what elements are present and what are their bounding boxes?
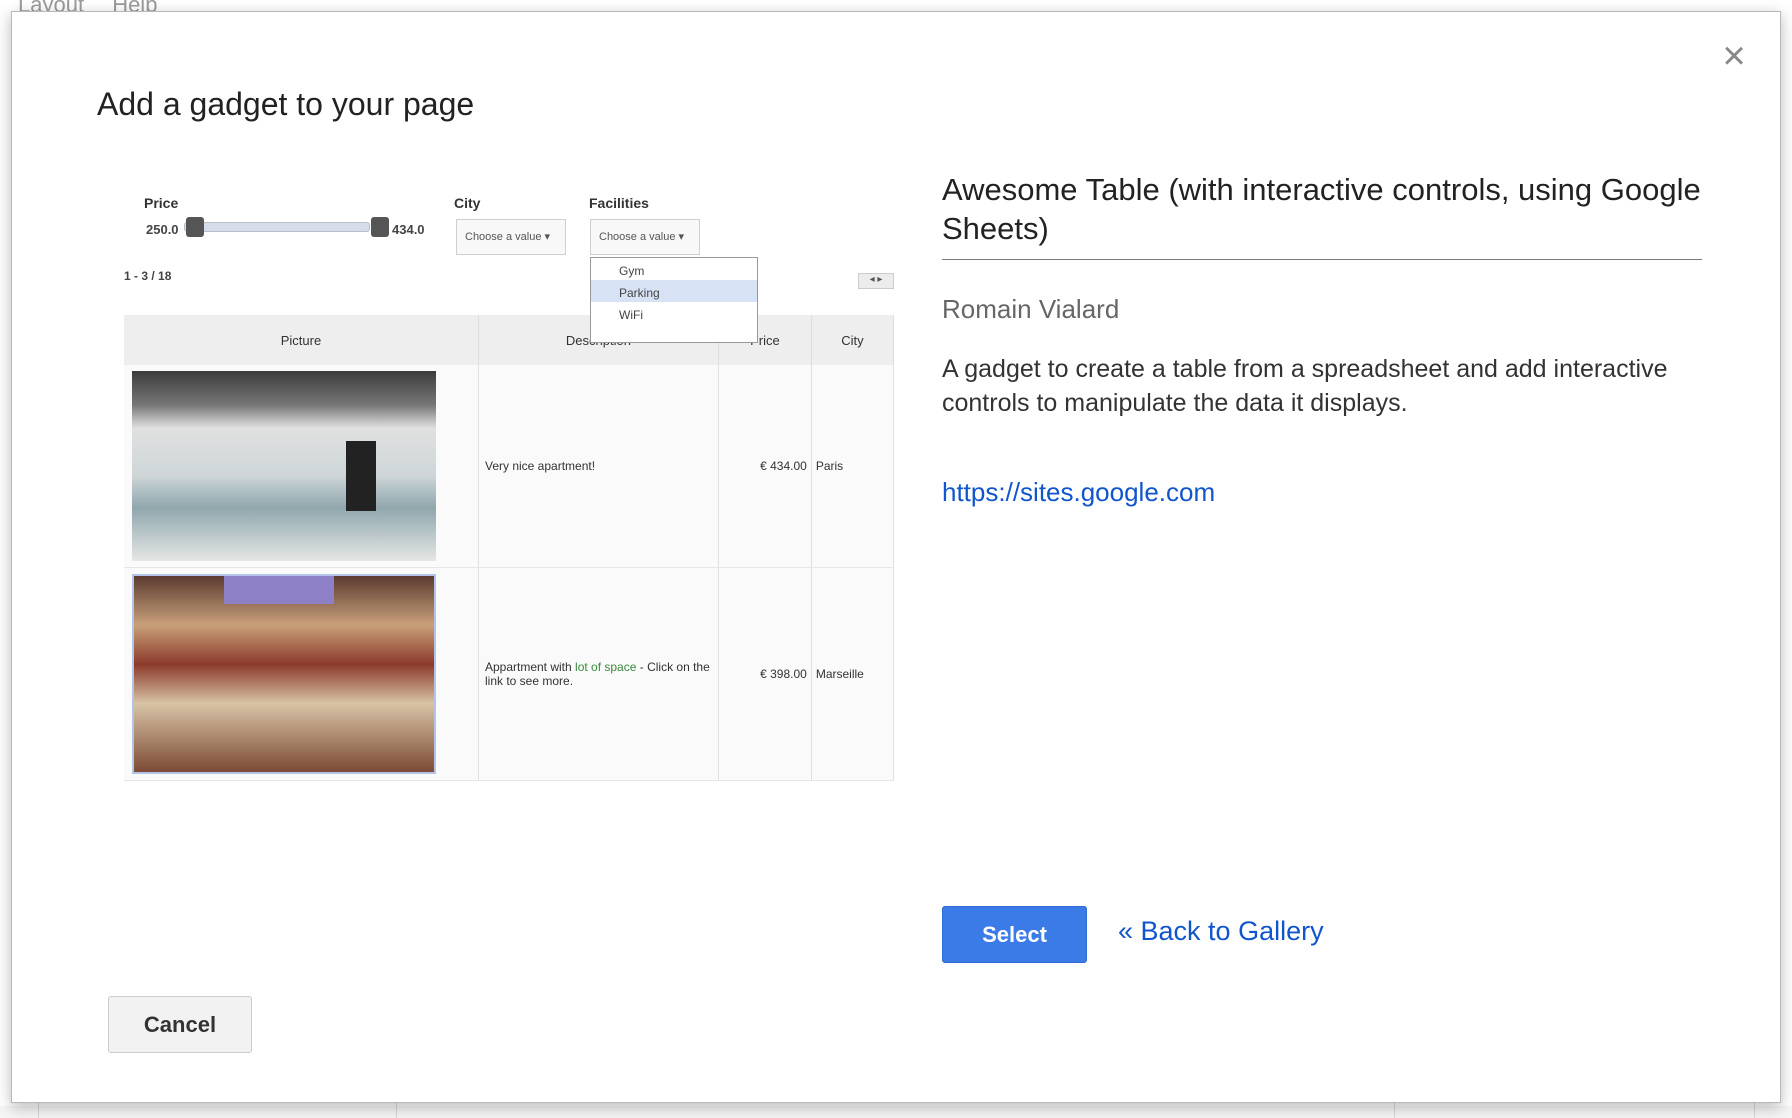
dialog-title: Add a gadget to your page	[97, 86, 475, 122]
apartment-photo	[132, 371, 436, 561]
preview-city-cell: Marseille	[811, 567, 895, 781]
preview-dropdown-option: WiFi	[619, 308, 643, 322]
chevron-down-icon: ▾	[678, 231, 685, 243]
preview-slider-knob-min	[186, 217, 204, 237]
preview-dropdown-option: Gym	[619, 264, 645, 278]
preview-price-max: 434.0	[392, 222, 425, 237]
preview-price-slider	[184, 222, 370, 232]
preview-facilities-select: Choose a value ▾	[590, 219, 700, 255]
back-to-gallery-link[interactable]: « Back to Gallery	[1118, 916, 1324, 947]
preview-price-min: 250.0	[146, 222, 179, 237]
preview-slider-knob-max	[371, 217, 389, 237]
preview-facilities-dropdown: Gym Parking WiFi	[590, 257, 758, 343]
add-gadget-dialog: × Add a gadget to your page Price 250.0 …	[11, 11, 1781, 1103]
gadget-name: Awesome Table (with interactive controls…	[942, 172, 1701, 246]
pager-arrows-icon: ◂ ▸	[858, 273, 894, 289]
divider	[942, 259, 1702, 260]
chevron-down-icon: ▾	[544, 231, 551, 243]
preview-price-cell: € 434.00	[718, 365, 812, 568]
preview-header-picture: Picture	[124, 315, 479, 365]
table-row: Appartment with lot of space - Click on …	[124, 567, 895, 781]
preview-picture-cell	[124, 567, 479, 781]
preview-city-cell: Paris	[811, 365, 895, 568]
preview-description-text: Appartment with	[484, 660, 576, 674]
gadget-site-link[interactable]: https://sites.google.com	[942, 477, 1215, 508]
preview-city-placeholder: Choose a value	[465, 231, 542, 243]
apartment-photo	[132, 574, 436, 774]
gadget-description: A gadget to create a table from a spread…	[942, 355, 1668, 417]
preview-picture-cell	[124, 365, 479, 568]
background-page-footer	[0, 1106, 1792, 1118]
preview-description-text: Very nice apartment!	[484, 459, 596, 473]
close-icon[interactable]: ×	[1718, 36, 1750, 76]
preview-table-header-row: Picture Description Price City	[124, 315, 895, 365]
preview-price-label: Price	[144, 195, 179, 211]
preview-description-cell: Very nice apartment!	[478, 365, 719, 568]
preview-city-select: Choose a value ▾	[456, 219, 566, 255]
preview-table: Picture Description Price City Very nice…	[124, 315, 895, 781]
preview-price-cell: € 398.00	[718, 567, 812, 781]
preview-description-cell: Appartment with lot of space - Click on …	[478, 567, 719, 781]
preview-description-link: lot of space	[575, 660, 637, 674]
preview-header-city: City	[811, 315, 895, 365]
preview-pager-text: 1 - 3 / 18	[124, 269, 172, 283]
preview-city-label: City	[454, 195, 481, 211]
preview-facilities-placeholder: Choose a value	[599, 231, 676, 243]
gadget-preview-image: Price 250.0 434.0 City Choose a value ▾ …	[124, 177, 895, 797]
select-button[interactable]: Select	[942, 906, 1087, 963]
cancel-button[interactable]: Cancel	[108, 996, 252, 1053]
preview-facilities-label: Facilities	[589, 195, 649, 211]
gadget-author: Romain Vialard	[942, 294, 1120, 324]
table-row: Very nice apartment! € 434.00 Paris	[124, 365, 895, 568]
preview-dropdown-option-highlighted: Parking	[591, 280, 757, 302]
